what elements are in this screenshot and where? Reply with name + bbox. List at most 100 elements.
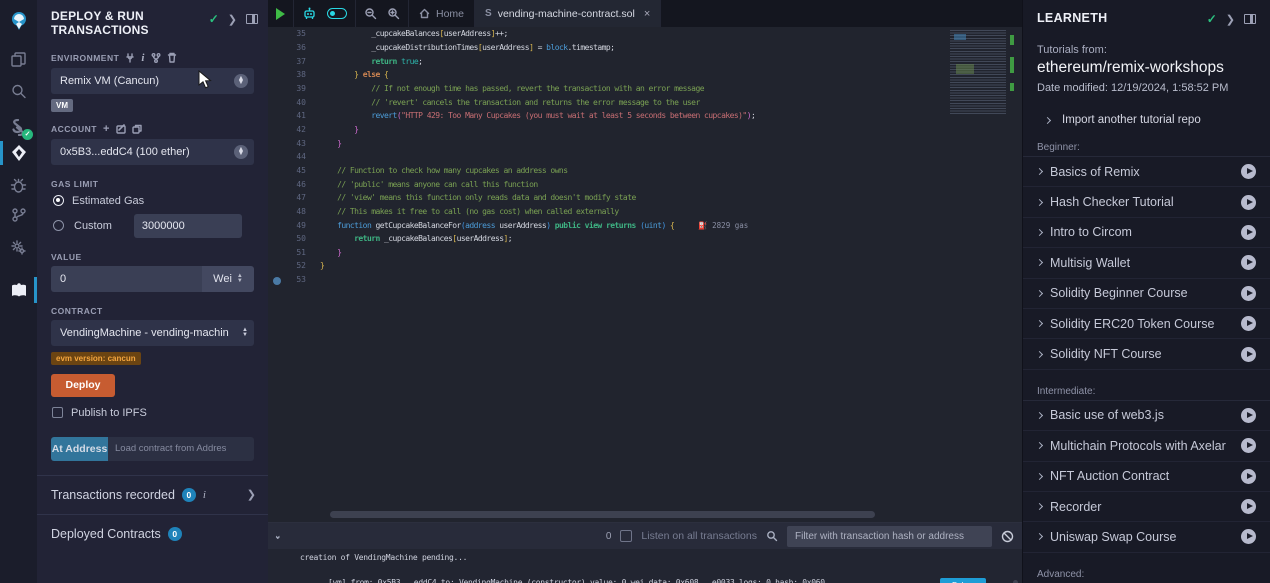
panel-pin-icon[interactable] [246,14,258,24]
line-number[interactable]: 42 [268,125,320,134]
tutorial-item[interactable]: NFT Auction Contract [1023,462,1270,492]
play-tutorial-icon[interactable] [1241,195,1256,210]
tutorial-item[interactable]: Multichain Protocols with Axelar [1023,431,1270,461]
fork-icon[interactable] [151,53,161,63]
import-tutorial-repo[interactable]: Import another tutorial repo [1045,114,1256,126]
learneth-pin-icon[interactable] [1244,14,1256,24]
deployed-contracts-row[interactable]: Deployed Contracts 0 [37,515,268,553]
code-line[interactable]: 41 revert("HTTP 429: Too Many Cupcakes (… [268,109,1022,123]
code-line[interactable]: 49 function getCupcakeBalanceFor(address… [268,218,1022,232]
code-line[interactable]: 50 return _cupcakeBalances[userAddress]; [268,232,1022,246]
zoom-in-icon[interactable] [387,7,400,20]
code-line[interactable]: 35 _cupcakeBalances[userAddress]++; [268,27,1022,41]
code-line[interactable]: 43 } [268,136,1022,150]
horizontal-scrollbar[interactable] [330,511,875,518]
line-number[interactable]: 51 [268,248,320,257]
tutorial-item[interactable]: Multisig Wallet [1023,248,1270,278]
code-line[interactable]: 40 // 'revert' cancels the transaction a… [268,95,1022,109]
terminal-filter-input[interactable] [787,526,992,547]
git-icon[interactable] [0,200,37,230]
line-number[interactable]: 53 [268,275,320,284]
line-number[interactable]: 39 [268,84,320,93]
learneth-chevron-icon[interactable]: ❯ [1226,13,1235,26]
line-number[interactable]: 41 [268,111,320,120]
play-tutorial-icon[interactable] [1241,164,1256,179]
deploy-and-run-icon[interactable] [0,138,37,168]
tutorial-item[interactable]: Basics of Remix [1023,157,1270,187]
publish-ipfs-row[interactable]: Publish to IPFS [52,407,254,419]
terminal-search-icon[interactable] [766,530,778,542]
code-line[interactable]: 45 // Function to check how many cupcake… [268,164,1022,178]
tutorial-item[interactable]: Uniswap Swap Course [1023,522,1270,552]
tutorial-item[interactable]: Solidity NFT Course [1023,339,1270,369]
at-address-input[interactable] [108,437,254,461]
play-tutorial-icon[interactable] [1241,499,1256,514]
deploy-button[interactable]: Deploy [51,374,115,397]
play-tutorial-icon[interactable] [1241,408,1256,423]
play-tutorial-icon[interactable] [1241,469,1256,484]
clear-console-icon[interactable] [1001,530,1014,543]
play-tutorial-icon[interactable] [1241,255,1256,270]
play-tutorial-icon[interactable] [1241,225,1256,240]
code-line[interactable]: 46 // 'public' means anyone can call thi… [268,177,1022,191]
estimated-gas-radio[interactable]: Estimated Gas [53,195,254,207]
code-line[interactable]: 37 return true; [268,54,1022,68]
line-number[interactable]: 36 [268,43,320,52]
code-line[interactable]: 47 // 'view' means this function only re… [268,191,1022,205]
file-explorer-icon[interactable] [0,44,37,74]
code-line[interactable]: 38 } else { [268,68,1022,82]
play-tutorial-icon[interactable] [1241,529,1256,544]
code-line[interactable]: 42 } [268,123,1022,137]
play-tutorial-icon[interactable] [1241,286,1256,301]
sign-message-icon[interactable] [116,124,126,134]
tab-vending-machine-contract[interactable]: S vending-machine-contract.sol × [475,0,661,27]
account-select[interactable]: 0x5B3...eddC4 (100 ether) ▲▼ [51,139,254,165]
at-address-button[interactable]: At Address [51,437,108,461]
line-number[interactable]: 45 [268,166,320,175]
line-number[interactable]: 40 [268,98,320,107]
line-number[interactable]: 35 [268,29,320,38]
settings-icon[interactable] [0,232,37,262]
code-line[interactable]: 44 [268,150,1022,164]
transactions-info-icon[interactable]: i [203,489,206,501]
line-number[interactable]: 52 [268,261,320,270]
tutorial-item[interactable]: Solidity Beginner Course [1023,279,1270,309]
line-number[interactable]: 37 [268,57,320,66]
code-line[interactable]: 36 _cupcakeDistributionTimes[userAddress… [268,41,1022,55]
tutorial-item[interactable]: Intro to Circom [1023,218,1270,248]
environment-select[interactable]: Remix VM (Cancun) ▲▼ [51,68,254,94]
custom-gas-input[interactable]: 3000000 [134,214,242,238]
listen-all-checkbox[interactable] [620,530,632,542]
contract-select[interactable]: VendingMachine - vending-machin ▲▼ [51,320,254,346]
terminal-content[interactable]: creation of VendingMachine pending... [v… [268,549,1022,583]
tutorial-item[interactable]: Hash Checker Tutorial [1023,187,1270,217]
ai-copilot-icon[interactable] [302,7,317,21]
tab-home[interactable]: Home [409,0,475,27]
add-account-icon[interactable]: + [103,123,110,135]
code-editor[interactable]: 35 _cupcakeBalances[userAddress]++;36 _c… [268,27,1022,522]
close-tab-icon[interactable]: × [644,8,650,20]
trash-icon[interactable] [167,52,177,63]
tutorial-item[interactable]: Basic use of web3.js [1023,401,1270,431]
tutorial-item[interactable]: Recorder [1023,492,1270,522]
zoom-out-icon[interactable] [364,7,377,20]
minimap[interactable] [950,30,1006,114]
publish-ipfs-checkbox[interactable] [52,407,63,418]
copilot-toggle[interactable] [327,8,347,19]
transactions-recorded-row[interactable]: Transactions recorded 0 i ❯ [37,476,268,514]
code-line[interactable]: 48 // This makes it free to call (no gas… [268,205,1022,219]
code-line[interactable]: 51 } [268,246,1022,260]
terminal-collapse-icon[interactable]: ⌄⌄ [274,533,282,539]
play-tutorial-icon[interactable] [1241,347,1256,362]
line-number[interactable]: 43 [268,139,320,148]
play-tutorial-icon[interactable] [1241,438,1256,453]
line-number[interactable]: 46 [268,180,320,189]
transactions-chevron-icon[interactable]: ❯ [247,488,256,501]
environment-info-icon[interactable]: i [141,52,145,64]
plug-icon[interactable] [125,53,135,63]
value-input[interactable]: 0 [51,266,202,292]
search-icon[interactable] [0,76,37,106]
panel-chevron-icon[interactable]: ❯ [228,13,237,26]
line-number[interactable]: 38 [268,70,320,79]
play-tutorial-icon[interactable] [1241,316,1256,331]
